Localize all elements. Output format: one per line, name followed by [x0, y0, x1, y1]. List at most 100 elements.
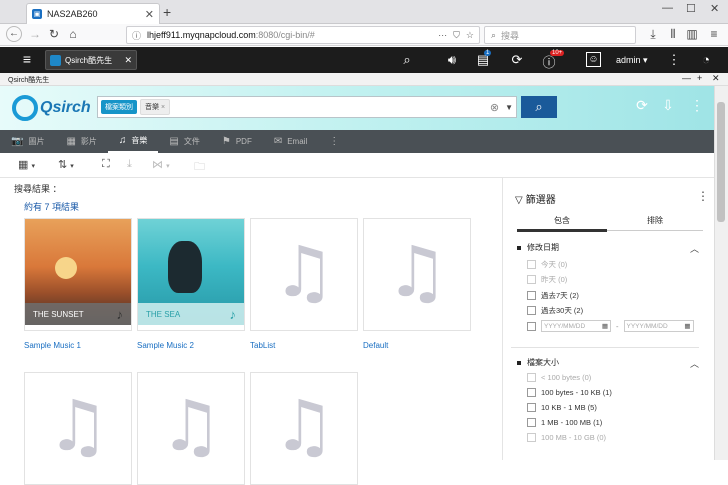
library-icon[interactable]: ⫴: [665, 27, 681, 42]
minimize-window-button[interactable]: —: [662, 2, 673, 14]
user-menu[interactable]: admin ▾: [616, 55, 648, 66]
checkbox[interactable]: [527, 433, 536, 442]
download-manager-icon[interactable]: ⇩: [659, 97, 677, 114]
tab-documents[interactable]: ▤ 文件: [158, 130, 210, 153]
filter-option-past-7-days[interactable]: 過去7天 (2): [527, 290, 579, 301]
search-box[interactable]: 檔案類別 音樂 × ⊗ ▼: [97, 96, 517, 118]
modified-date-section-header[interactable]: 修改日期: [517, 242, 559, 253]
close-window-button[interactable]: ✕: [710, 2, 719, 15]
pocket-icon[interactable]: ⛉: [453, 30, 460, 41]
checkbox[interactable]: [527, 275, 536, 284]
select-all-icon[interactable]: ⛶: [102, 158, 110, 171]
reload-icon[interactable]: ↻: [46, 27, 62, 41]
forward-arrow-icon[interactable]: →: [27, 27, 43, 41]
chevron-up-icon[interactable]: ︿: [690, 357, 699, 370]
qsirch-logo[interactable]: Qsirch: [12, 95, 91, 121]
bookmark-star-icon[interactable]: ☆: [466, 30, 474, 41]
date-from-input[interactable]: YYYY/MM/DD ▦: [541, 320, 611, 332]
checkbox[interactable]: [527, 291, 536, 300]
user-avatar-icon[interactable]: ☺: [586, 52, 601, 67]
sidebar-icon[interactable]: ▥: [684, 27, 700, 41]
close-app-tab-icon[interactable]: ✕: [124, 55, 132, 66]
refresh-icon[interactable]: ⟳: [633, 97, 651, 114]
hamburger-menu-icon[interactable]: ≡: [706, 27, 722, 41]
address-bar[interactable]: ⓘ lhjeff911.myqnapcloud.com:8080/cgi-bin…: [126, 26, 480, 44]
file-type-filter-chip[interactable]: 檔案類別: [101, 100, 137, 114]
chevron-up-icon[interactable]: ︿: [690, 242, 699, 255]
dashboard-gauge-icon[interactable]: ◔: [697, 52, 715, 67]
checkbox[interactable]: [527, 373, 536, 382]
search-button[interactable]: ⌕: [521, 96, 557, 118]
page-actions-icon[interactable]: ⋯: [438, 30, 447, 41]
volume-icon[interactable]: 🔊︎: [443, 52, 461, 68]
result-label[interactable]: Default: [363, 341, 388, 350]
sort-icon[interactable]: ⇅ ▾: [58, 158, 74, 171]
tab-videos[interactable]: ▦ 影片: [55, 130, 107, 153]
close-app-icon[interactable]: ✕: [712, 73, 720, 84]
header-more-icon[interactable]: ⋮: [688, 97, 706, 114]
result-card[interactable]: ♫: [137, 372, 245, 485]
filter-menu-icon[interactable]: ⋮: [697, 189, 709, 203]
download-icon[interactable]: ⤓: [645, 27, 661, 42]
filter-option-size[interactable]: < 100 bytes (0): [527, 373, 591, 382]
browser-search-field[interactable]: ⌕ 搜尋: [484, 26, 636, 44]
tab-include[interactable]: 包含: [517, 215, 607, 232]
more-options-icon[interactable]: ⋮: [665, 52, 683, 68]
scrollbar-thumb[interactable]: [717, 102, 725, 222]
main-menu-icon[interactable]: ≡: [18, 51, 36, 67]
new-tab-button[interactable]: +: [163, 4, 171, 20]
filter-option-size[interactable]: 100 bytes - 10 KB (1): [527, 388, 612, 397]
filter-option-size[interactable]: 100 MB - 10 GB (0): [527, 433, 606, 442]
download-selected-icon[interactable]: ⤓: [127, 158, 132, 171]
open-folder-icon[interactable]: 🗀︎: [194, 158, 205, 177]
back-arrow-icon[interactable]: ←: [6, 26, 22, 42]
music-term-chip[interactable]: 音樂 ×: [140, 99, 171, 115]
site-info-icon[interactable]: ⓘ: [132, 29, 141, 42]
background-tasks-icon[interactable]: ▤ 1: [474, 50, 492, 68]
result-label[interactable]: Sample Music 1: [24, 341, 81, 350]
file-size-section-header[interactable]: 檔案大小: [517, 357, 559, 368]
checkbox[interactable]: [527, 306, 536, 315]
tab-more[interactable]: ⋮: [318, 130, 355, 153]
maximize-app-icon[interactable]: +: [697, 73, 702, 83]
share-icon[interactable]: ⋈ ▾: [152, 158, 170, 171]
calendar-icon[interactable]: ▦: [684, 322, 690, 330]
calendar-icon[interactable]: ▦: [602, 322, 608, 330]
sync-icon[interactable]: ⟳: [508, 52, 526, 68]
filter-option-past-30-days[interactable]: 過去30天 (2): [527, 305, 583, 316]
qts-search-icon[interactable]: ⌕: [398, 52, 416, 68]
checkbox[interactable]: [527, 418, 536, 427]
tab-photos[interactable]: 📷 圖片: [0, 130, 55, 153]
filter-option-size[interactable]: 10 KB - 1 MB (5): [527, 403, 597, 412]
checkbox[interactable]: [527, 403, 536, 412]
minimize-app-icon[interactable]: —: [682, 73, 691, 83]
result-card-tablist[interactable]: ♫: [250, 218, 358, 331]
result-card-default[interactable]: ♫: [363, 218, 471, 331]
date-to-input[interactable]: YYYY/MM/DD ▦: [623, 320, 694, 332]
checkbox[interactable]: [527, 388, 536, 397]
result-card-sample-music-1[interactable]: THE SUNSET ♪: [24, 218, 132, 331]
filter-option-size[interactable]: 1 MB - 100 MB (1): [527, 418, 602, 427]
tab-exclude[interactable]: 排除: [607, 215, 703, 231]
tab-pdf[interactable]: ⚑ PDF: [211, 130, 263, 153]
remove-chip-icon[interactable]: ×: [161, 104, 165, 111]
filter-option-today[interactable]: 今天 (0): [527, 259, 567, 270]
filter-option-yesterday[interactable]: 昨天 (0): [527, 274, 567, 285]
clear-search-icon[interactable]: ⊗: [490, 101, 499, 114]
search-options-dropdown-icon[interactable]: ▼: [505, 103, 513, 112]
notification-icon[interactable]: ⓘ 10+: [540, 50, 565, 71]
tab-music[interactable]: ♫ 音樂: [107, 130, 159, 153]
checkbox[interactable]: [527, 321, 536, 331]
checkbox[interactable]: [527, 260, 536, 269]
qsirch-app-tab[interactable]: Qsirch酷先生 ✕: [45, 50, 137, 70]
view-mode-grid-icon[interactable]: ▦ ▾: [18, 158, 35, 171]
maximize-window-button[interactable]: ☐: [686, 2, 696, 15]
browser-tab[interactable]: ▣ NAS2AB260 ✕: [26, 3, 160, 24]
close-tab-icon[interactable]: ✕: [145, 8, 154, 21]
home-icon[interactable]: ⌂: [65, 27, 81, 41]
result-label[interactable]: Sample Music 2: [137, 341, 194, 350]
result-card[interactable]: ♫: [24, 372, 132, 485]
result-label[interactable]: TabList: [250, 341, 275, 350]
result-card[interactable]: ♫: [250, 372, 358, 485]
tab-email[interactable]: ✉ Email: [263, 130, 318, 153]
